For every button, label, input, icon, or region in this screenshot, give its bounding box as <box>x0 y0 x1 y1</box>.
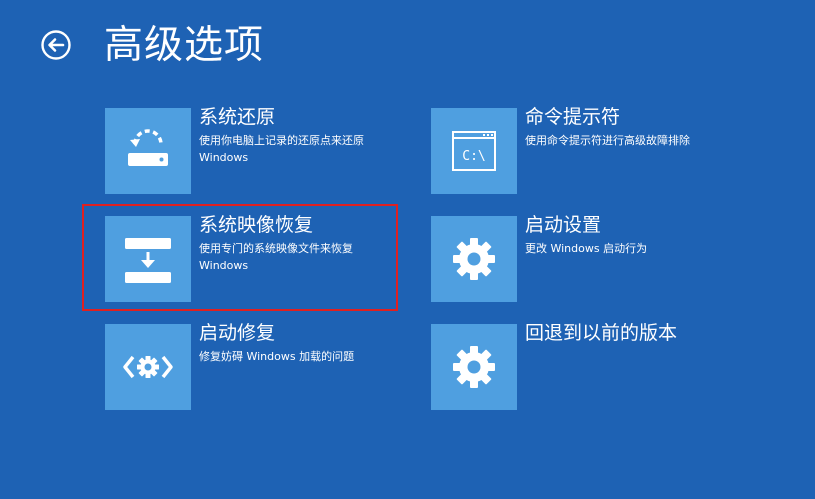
option-tile <box>105 324 191 410</box>
gear-icon <box>453 346 495 388</box>
option-description: 使用你电脑上记录的还原点来还原 Windows <box>199 134 364 164</box>
option-tile <box>105 108 191 194</box>
system-image-recovery-icon <box>125 238 171 283</box>
option-description: 修复妨碍 Windows 加载的问题 <box>199 350 355 363</box>
option-system-image-recovery[interactable]: 系统映像恢复 使用专门的系统映像文件来恢复 Windows <box>105 214 405 302</box>
option-tile <box>431 324 517 410</box>
option-go-back-previous-version[interactable]: 回退到以前的版本 <box>431 322 731 410</box>
option-title: 回退到以前的版本 <box>525 322 678 344</box>
option-command-prompt[interactable]: C:\ 命令提示符 使用命令提示符进行高级故障排除 <box>431 106 731 194</box>
option-title: 命令提示符 <box>525 106 621 128</box>
option-description: 使用命令提示符进行高级故障排除 <box>525 134 690 147</box>
gear-icon <box>453 238 495 280</box>
option-title: 系统还原 <box>199 106 276 128</box>
option-tile: C:\ <box>431 108 517 194</box>
option-title: 启动修复 <box>199 322 276 344</box>
option-system-restore[interactable]: 系统还原 使用你电脑上记录的还原点来还原 Windows <box>105 106 405 194</box>
option-startup-settings[interactable]: 启动设置 更改 Windows 启动行为 <box>431 214 731 302</box>
option-description: 更改 Windows 启动行为 <box>525 242 648 255</box>
svg-text:C:\: C:\ <box>462 149 485 164</box>
option-title: 启动设置 <box>525 214 602 236</box>
option-startup-repair[interactable]: 启动修复 修复妨碍 Windows 加载的问题 <box>105 322 405 410</box>
startup-repair-icon <box>123 355 173 379</box>
option-tile <box>431 216 517 302</box>
command-prompt-icon: C:\ <box>452 131 496 171</box>
option-description: 使用专门的系统映像文件来恢复 Windows <box>199 242 353 272</box>
system-restore-icon <box>128 129 168 166</box>
option-title: 系统映像恢复 <box>199 214 314 236</box>
back-arrow-icon <box>41 30 71 60</box>
back-button[interactable] <box>41 30 71 60</box>
option-tile <box>105 216 191 302</box>
page-title: 高级选项 <box>104 23 265 68</box>
